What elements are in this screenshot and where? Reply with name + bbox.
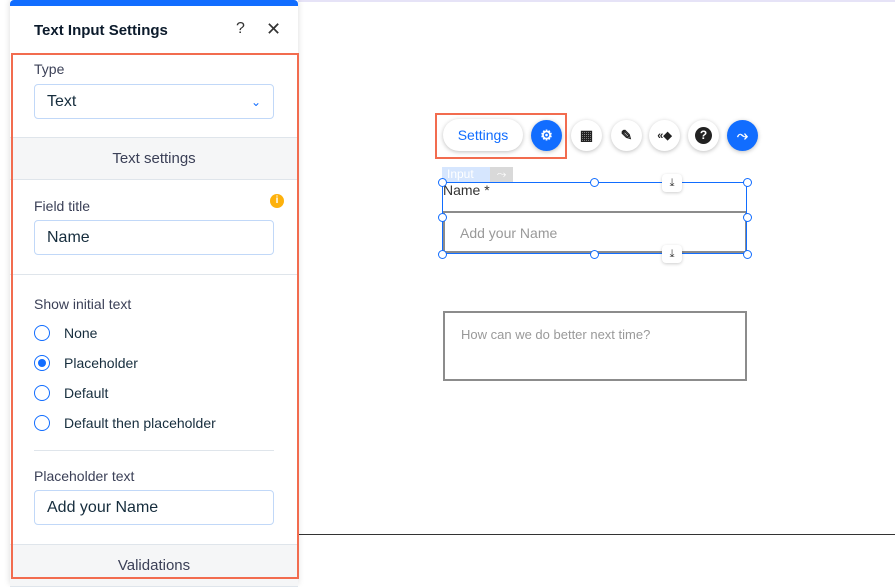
resize-handle[interactable] bbox=[590, 250, 599, 259]
section-divider bbox=[298, 534, 895, 535]
stretch-icon[interactable]: ⤓ bbox=[662, 174, 682, 192]
connect-icon: ⤳ bbox=[490, 167, 513, 182]
element-tag: Input ⤳ bbox=[442, 167, 513, 182]
highlight-box bbox=[435, 113, 567, 159]
element-tag-label: Input bbox=[442, 167, 490, 182]
stretch-icon[interactable]: ⤓ bbox=[662, 245, 682, 263]
close-icon[interactable]: ✕ bbox=[266, 19, 281, 40]
resize-handle[interactable] bbox=[743, 213, 752, 222]
selection-frame[interactable] bbox=[442, 182, 747, 254]
panel-drag-bar[interactable] bbox=[10, 0, 298, 6]
resize-handle[interactable] bbox=[438, 213, 447, 222]
feedback-textarea-preview[interactable]: How can we do better next time? bbox=[443, 311, 747, 381]
layout-icon[interactable]: ▦ bbox=[571, 120, 602, 151]
resize-handle[interactable] bbox=[438, 178, 447, 187]
settings-panel: Text Input Settings ? ✕ Type Text ⌄ Text… bbox=[10, 0, 299, 587]
panel-title: Text Input Settings bbox=[34, 22, 168, 39]
connect-icon[interactable]: ⤳ bbox=[727, 120, 758, 151]
resize-handle[interactable] bbox=[743, 178, 752, 187]
highlight-box bbox=[11, 53, 299, 579]
resize-handle[interactable] bbox=[743, 250, 752, 259]
design-brush-icon[interactable]: ✎ bbox=[611, 120, 642, 151]
help-icon[interactable]: ? bbox=[688, 120, 719, 151]
resize-handle[interactable] bbox=[438, 250, 447, 259]
canvas-top-border bbox=[298, 0, 895, 2]
help-icon[interactable]: ? bbox=[236, 20, 245, 38]
resize-handle[interactable] bbox=[590, 178, 599, 187]
animation-icon[interactable]: «◆ bbox=[649, 120, 680, 151]
